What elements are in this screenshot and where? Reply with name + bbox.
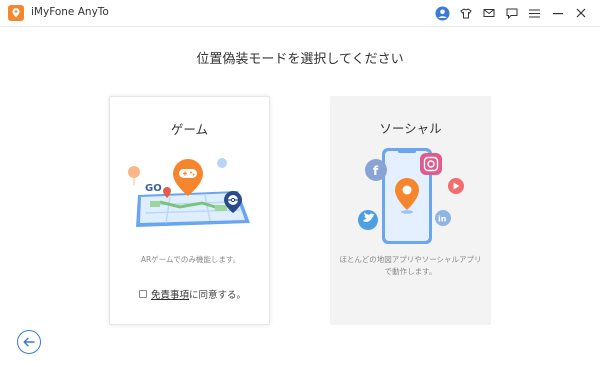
arrow-left-icon [23,337,35,347]
mail-icon[interactable] [477,3,500,23]
app-title: iMyFone AnyTo [31,6,109,18]
disclaimer-link[interactable]: 免責事項 [151,287,189,301]
social-card-title: ソーシャル [379,121,442,136]
back-button[interactable] [17,330,41,354]
social-illustration: f in [358,148,464,244]
minimize-icon[interactable] [546,3,569,23]
svg-text:f: f [373,164,379,178]
svg-text:in: in [438,215,447,224]
agree-disclaimer-row[interactable]: 免責事項 に同意する。 [139,287,246,301]
title-bar: iMyFone AnyTo [0,0,600,27]
social-card-description: ほとんどの地図アプリやソーシャルアプリで動作します。 [339,255,482,276]
close-icon[interactable] [569,3,592,23]
game-card-title: ゲーム [170,122,209,137]
game-card-description: ARゲームでのみ機能します。 [140,255,241,264]
go-text: GO [145,183,162,194]
game-mode-card[interactable]: ゲーム GO ARゲームでのみ機能します。 免責事項 に同意する。 [109,96,270,325]
game-illustration: GO [128,158,250,227]
page-title: 位置偽装モードを選択してください [196,52,404,67]
social-mode-card[interactable]: ソーシャル f in ほとんどの地図アプリやソーシャルアプリで動作します。 [330,96,491,325]
tshirt-icon[interactable] [454,3,477,23]
agree-checkbox[interactable] [139,290,147,298]
menu-icon[interactable] [523,3,546,23]
feedback-icon[interactable] [500,3,523,23]
user-avatar-icon[interactable] [431,3,454,23]
agree-suffix-text: に同意する。 [189,290,247,301]
app-logo-icon [8,5,24,21]
